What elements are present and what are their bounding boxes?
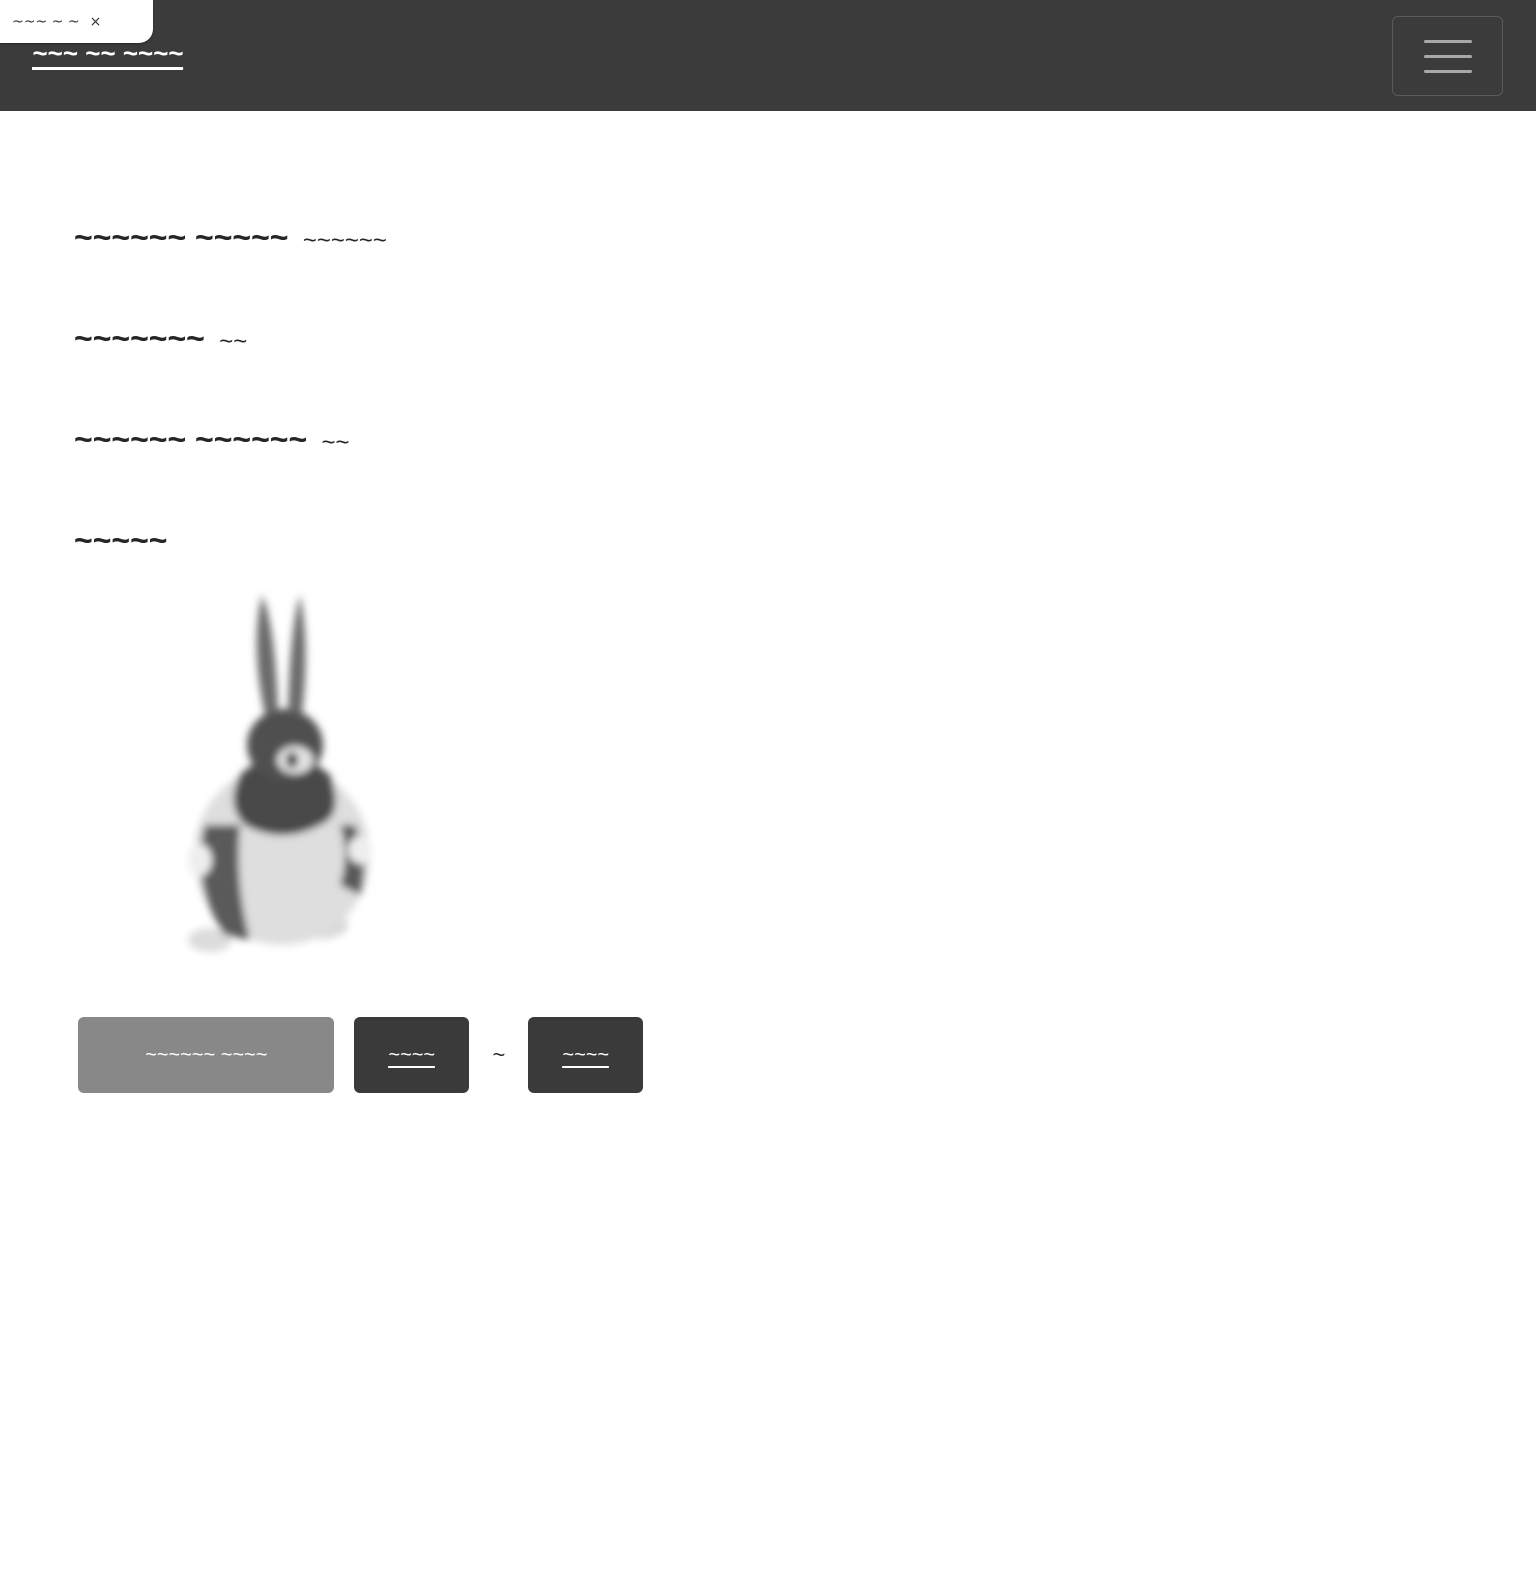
brand-link[interactable]: ~~~ ~~ ~~~~ [32,38,183,69]
menu-toggle-button[interactable] [1392,16,1503,96]
browser-tab-title: ~~~ ~ ~ [12,13,80,30]
separator-text: ~ [492,1042,505,1067]
info-value: ~~ [218,328,247,355]
info-line: ~~~~~~ ~~~~~~ ~~ [74,402,974,503]
info-line: ~~~~~~ ~~~~~ ~~~~~~ [74,200,974,301]
info-value: ~~ [321,429,350,456]
info-label: ~~~~~ [74,522,168,558]
secondary-link-button[interactable]: ~~~~ [528,1017,643,1093]
browser-tab[interactable]: ~~~ ~ ~ × [0,0,153,43]
secondary-link-button-label: ~~~~ [562,1043,609,1066]
info-label: ~~~~~~~ [74,320,205,356]
secondary-action-button[interactable]: ~~~~~~ ~~~~ [78,1017,334,1093]
bunny-illustration [188,595,372,952]
main-content: ~~~~~~ ~~~~~ ~~~~~~ ~~~~~~~ ~~ ~~~~~~ ~~~~… [74,200,974,1093]
primary-link-button-label: ~~~~ [388,1043,435,1066]
hamburger-menu-icon-bar [1423,54,1472,58]
action-buttons: ~~~~~~ ~~~~ ~~~~ ~ ~~~~ [78,1017,643,1093]
info-label: ~~~~~~ ~~~~~ [74,219,289,255]
bunny-image [170,585,400,975]
info-value: ~~~~~~ [302,227,387,254]
info-line: ~~~~~~~ ~~ [74,301,974,402]
close-icon[interactable]: × [90,14,102,30]
primary-link-button[interactable]: ~~~~ [354,1017,469,1093]
hamburger-menu-icon-bar [1423,69,1472,73]
hamburger-menu-icon [1423,39,1472,43]
top-navbar: ~~~ ~ ~ × ~~~ ~~ ~~~~ [0,0,1536,111]
info-label: ~~~~~~ ~~~~~~ [74,421,308,457]
